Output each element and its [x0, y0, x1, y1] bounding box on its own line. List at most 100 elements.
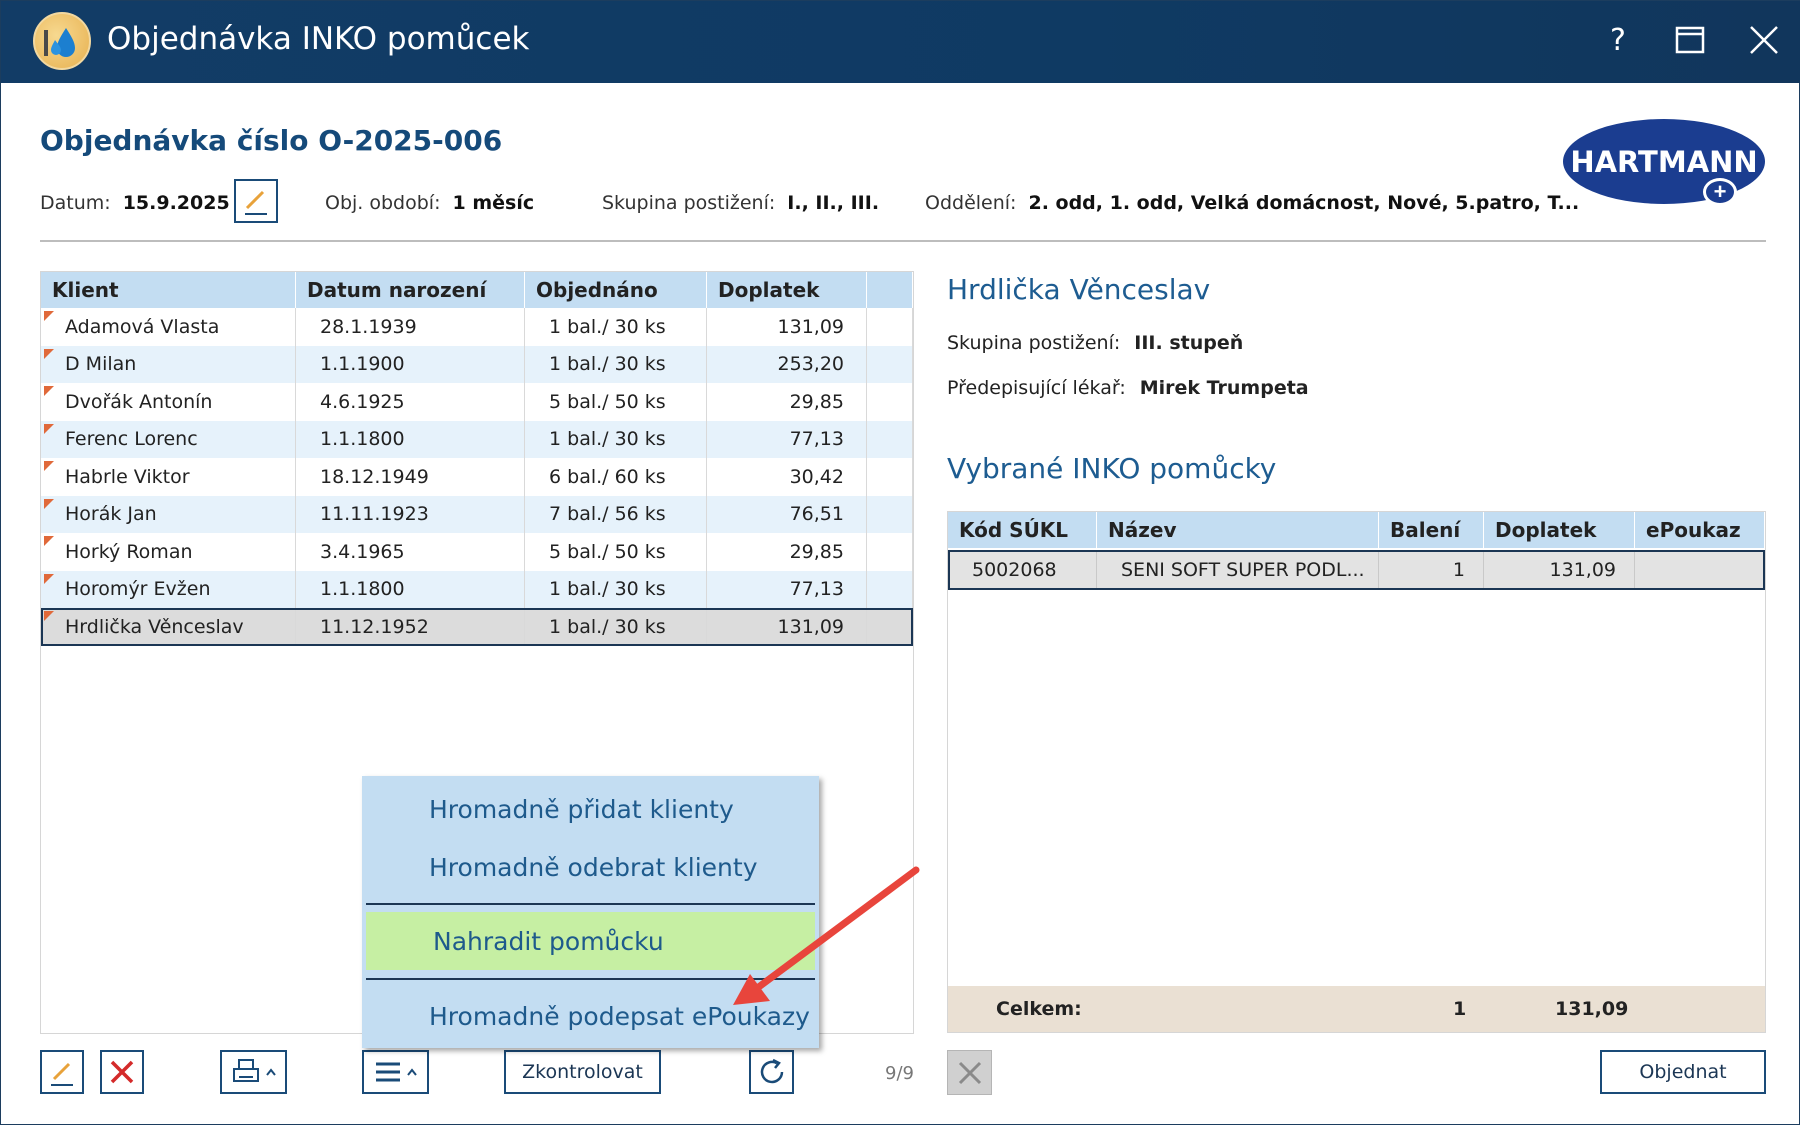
date-label: Datum: — [40, 192, 111, 214]
delete-x-icon — [110, 1060, 134, 1084]
group-label: Skupina postižení: — [602, 192, 776, 214]
table-row[interactable]: D Milan 1.1.1900 1 bal./ 30 ks 253,20 — [41, 345, 913, 383]
col-sukl-code[interactable]: Kód SÚKL — [948, 512, 1097, 548]
header-divider — [40, 240, 1766, 242]
table-row[interactable]: Dvořák Antonín 4.6.1925 5 bal./ 50 ks 29,85 — [41, 383, 913, 421]
bulk-menu-button[interactable] — [362, 1050, 429, 1094]
close-icon — [958, 1061, 981, 1084]
col-ordered[interactable]: Objednáno — [525, 272, 707, 308]
row-flag-icon — [44, 386, 54, 396]
total-copay: 131,09 — [1555, 998, 1629, 1020]
row-flag-icon — [44, 461, 54, 471]
detail-doctor-value: Mirek Trumpeta — [1139, 377, 1309, 399]
delete-button[interactable] — [100, 1050, 144, 1094]
total-packs: 1 — [1453, 998, 1467, 1020]
refresh-button[interactable] — [749, 1050, 794, 1094]
client-name: D Milan — [41, 345, 296, 383]
printer-icon — [232, 1059, 259, 1082]
client-name: Horký Roman — [41, 533, 296, 571]
row-flag-icon — [44, 573, 54, 584]
detail-group-label: Skupina postižení: — [947, 332, 1121, 354]
order-group: Skupina postižení: I., II., III. — [602, 192, 879, 214]
hamburger-icon — [375, 1062, 400, 1082]
table-row[interactable]: Habrle Viktor 18.12.1949 6 bal./ 60 ks 30,4… — [41, 458, 913, 496]
col-aid-copay[interactable]: Doplatek — [1484, 512, 1635, 548]
row-flag-icon — [44, 423, 54, 434]
col-packs[interactable]: Balení — [1379, 512, 1484, 548]
print-dropdown-button[interactable] — [220, 1050, 287, 1094]
dept-value: 2. odd, 1. odd, Velká domácnost, Nové, 5… — [1028, 192, 1580, 214]
client-copay: 77,13 — [707, 420, 867, 458]
client-birth: 11.11.1923 — [296, 495, 525, 533]
edit-button[interactable] — [40, 1050, 84, 1094]
aid-packs: 1 — [1379, 550, 1484, 590]
col-extra — [867, 272, 913, 308]
menu-separator — [366, 903, 815, 905]
row-flag-icon — [44, 611, 54, 621]
table-row[interactable]: Horomýr Evžen 1.1.1800 1 bal./ 30 ks 77,13 — [41, 570, 913, 608]
remove-aid-button[interactable] — [947, 1050, 992, 1095]
detail-group-value: III. stupeň — [1134, 332, 1244, 354]
client-ordered: 5 bal./ 50 ks — [525, 383, 707, 421]
client-copay: 253,20 — [707, 345, 867, 383]
client-extra — [867, 533, 913, 571]
table-row[interactable]: Ferenc Lorenc 1.1.1800 1 bal./ 30 ks 77,13 — [41, 420, 913, 458]
client-copay: 29,85 — [707, 533, 867, 571]
col-copay[interactable]: Doplatek — [707, 272, 867, 308]
client-rows: Adamová Vlasta 28.1.1939 1 bal./ 30 ks 131,… — [41, 308, 913, 646]
client-name: Ferenc Lorenc — [41, 420, 296, 458]
client-name: Horomýr Evžen — [41, 570, 296, 608]
row-flag-icon — [44, 498, 54, 509]
detail-doctor-label: Předepisující lékař: — [947, 377, 1126, 399]
title-bar[interactable]: Objednávka INKO pomůcek ? — [1, 1, 1800, 83]
close-button[interactable] — [1741, 17, 1787, 63]
table-row[interactable]: Adamová Vlasta 28.1.1939 1 bal./ 30 ks 131,… — [41, 308, 913, 346]
maximize-button[interactable] — [1667, 17, 1713, 63]
window-title: Objednávka INKO pomůcek — [107, 21, 530, 57]
client-copay: 29,85 — [707, 383, 867, 421]
client-birth: 28.1.1939 — [296, 308, 525, 346]
client-birth: 1.1.1800 — [296, 420, 525, 458]
detail-doctor: Předepisující lékař: Mirek Trumpeta — [947, 377, 1309, 399]
client-extra — [867, 608, 913, 646]
order-title: Objednávka číslo O-2025-006 — [40, 124, 503, 157]
period-label: Obj. období: — [325, 192, 441, 214]
order-button[interactable]: Objednat — [1600, 1050, 1766, 1094]
client-name: Horák Jan — [41, 495, 296, 533]
table-row[interactable]: Horák Jan 11.11.1923 7 bal./ 56 ks 76,51 — [41, 495, 913, 533]
col-epoukaz[interactable]: ePoukaz — [1635, 512, 1765, 548]
table-row[interactable]: Horký Roman 3.4.1965 5 bal./ 50 ks 29,85 — [41, 533, 913, 571]
pencil-icon — [245, 190, 267, 215]
order-department: Oddělení: 2. odd, 1. odd, Velká domácnost… — [925, 192, 1579, 214]
order-period: Obj. období: 1 měsíc — [325, 192, 534, 214]
client-extra — [867, 420, 913, 458]
client-name: Dvořák Antonín — [41, 383, 296, 421]
col-name[interactable]: Název — [1097, 512, 1379, 548]
col-birth[interactable]: Datum narození — [296, 272, 525, 308]
table-row[interactable]: Hrdlička Věnceslav 11.12.1952 1 bal./ 30 k… — [41, 608, 913, 646]
client-extra — [867, 458, 913, 496]
edit-date-button[interactable] — [234, 179, 278, 223]
check-button[interactable]: Zkontrolovat — [504, 1050, 661, 1094]
client-extra — [867, 570, 913, 608]
dept-label: Oddělení: — [925, 192, 1017, 214]
client-ordered: 6 bal./ 60 ks — [525, 458, 707, 496]
client-extra — [867, 495, 913, 533]
client-copay: 131,09 — [707, 608, 867, 646]
col-client[interactable]: Klient — [41, 272, 296, 308]
aid-table[interactable]: Kód SÚKL Název Balení Doplatek ePoukaz 5… — [947, 511, 1766, 1033]
table-row[interactable]: 5002068 SENI SOFT SUPER PODL... 1 131,09 — [948, 550, 1765, 590]
client-ordered: 1 bal./ 30 ks — [525, 345, 707, 383]
group-value: I., II., III. — [787, 192, 880, 214]
menu-separator — [366, 978, 815, 980]
menu-item-bulk-sign-epoukazy[interactable]: Hromadně podepsat ePoukazy — [362, 987, 819, 1045]
menu-item-replace-aid[interactable]: Nahradit pomůcku — [366, 912, 815, 970]
menu-item-bulk-add-clients[interactable]: Hromadně přidat klienty — [362, 780, 819, 838]
order-date: Datum: 15.9.2025 — [40, 192, 230, 214]
menu-item-bulk-remove-clients[interactable]: Hromadně odebrat klienty — [362, 838, 819, 896]
total-label: Celkem: — [996, 998, 1082, 1020]
client-copay: 76,51 — [707, 495, 867, 533]
chevron-up-icon — [265, 1068, 276, 1076]
help-button[interactable]: ? — [1595, 17, 1641, 63]
client-extra — [867, 308, 913, 346]
